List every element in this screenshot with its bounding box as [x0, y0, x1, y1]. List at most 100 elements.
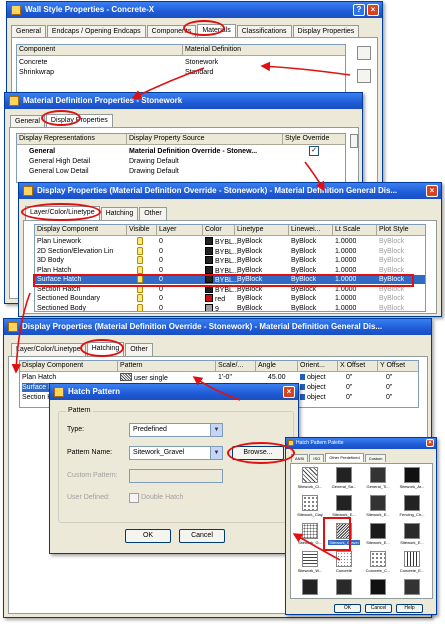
rep-general-high-detail-source[interactable]: Drawing Default	[129, 157, 179, 166]
palette-pattern-item[interactable]	[396, 578, 428, 598]
tab-other[interactable]: Other	[139, 207, 167, 220]
orient-value[interactable]: object	[300, 383, 326, 392]
palette-pattern-item[interactable]: Sitework_Cl...	[294, 466, 326, 492]
col-angle[interactable]: Angle	[256, 361, 298, 372]
y-offset-value[interactable]: 0"	[386, 373, 392, 382]
chevron-down-icon[interactable]: ▼	[210, 447, 222, 459]
pattern-value[interactable]: user single	[120, 373, 168, 383]
col-display-component[interactable]: Display Component	[35, 225, 127, 236]
tab-other[interactable]: Other	[125, 343, 153, 356]
visible-bulb-icon[interactable]	[137, 303, 143, 311]
lineweight-value[interactable]: ByBlock	[291, 304, 316, 312]
display-component-row[interactable]: Plan Linework 0 BYBL... ByBlock ByBlock 1.000…	[35, 237, 425, 246]
orient-value[interactable]: object	[300, 373, 326, 382]
linetype-value[interactable]: ByBlock	[237, 237, 262, 246]
orient-value[interactable]: object	[300, 393, 326, 402]
material-definition-titlebar[interactable]: Material Definition Properties - Stonewo…	[5, 93, 362, 109]
palette-pattern-item[interactable]: Sitework_Ar...	[396, 466, 428, 492]
col-color[interactable]: Color	[203, 225, 235, 236]
lt-scale-value[interactable]: 1.0000	[335, 237, 356, 246]
y-offset-value[interactable]: 0"	[386, 383, 392, 392]
component-name[interactable]: 2D Section/Elevation Lin	[37, 247, 113, 256]
pattern-name-select[interactable]: Sitework_Gravel ▼	[129, 446, 223, 460]
plot-style-value[interactable]: ByBlock	[379, 256, 404, 265]
lt-scale-value[interactable]: 1.0000	[335, 304, 356, 312]
linetype-value[interactable]: ByBlock	[237, 256, 262, 265]
palette-pattern-item[interactable]: Sitework_G...	[294, 522, 326, 548]
row-concrete-component[interactable]: Concrete	[19, 58, 47, 67]
component-name[interactable]: Plan Linework	[37, 237, 81, 246]
palette-pattern-item[interactable]: Sitework_W...	[294, 550, 326, 576]
col-linetype[interactable]: Linetype	[235, 225, 289, 236]
close-icon[interactable]: ×	[367, 4, 379, 16]
col-x-offset[interactable]: X Offset	[338, 361, 378, 372]
close-icon[interactable]: ×	[283, 386, 295, 398]
col-lt-scale[interactable]: Lt Scale	[333, 225, 377, 236]
hatch-pattern-titlebar[interactable]: Hatch Pattern ×	[50, 384, 298, 400]
rep-general-low-detail-source[interactable]: Drawing Default	[129, 167, 179, 176]
edit-display-properties-icon[interactable]	[350, 134, 358, 148]
palette-pattern-item[interactable]: General_Sa...	[328, 466, 360, 492]
lt-scale-value[interactable]: 1.0000	[335, 256, 356, 265]
chevron-down-icon[interactable]: ▼	[210, 424, 222, 436]
lineweight-value[interactable]: ByBlock	[291, 247, 316, 256]
ok-button[interactable]: OK	[125, 529, 171, 543]
component-name[interactable]: Sectioned Boundary	[37, 294, 100, 303]
display-component-row[interactable]: 2D Section/Elevation Lin 0 BYBL... ByBlock B…	[35, 246, 425, 256]
col-display-component[interactable]: Display Component	[20, 361, 118, 372]
cancel-button[interactable]: Cancel	[179, 529, 225, 543]
palette-tab-custom[interactable]: Custom	[364, 454, 387, 462]
plot-style-value[interactable]: ByBlock	[379, 294, 404, 303]
layer-value[interactable]: 0	[159, 294, 163, 303]
layer-value[interactable]: 0	[159, 247, 163, 256]
rep-general-high-detail[interactable]: General High Detail	[29, 157, 90, 166]
row-shrinkwrap-material[interactable]: Standard	[185, 68, 213, 77]
palette-pattern-item[interactable]: Sitework_E...	[362, 494, 394, 520]
custom-pattern-input[interactable]	[129, 469, 223, 483]
color-value[interactable]: BYBL...	[205, 256, 239, 266]
palette-help-button[interactable]: Help	[396, 604, 423, 613]
plot-style-value[interactable]: ByBlock	[379, 247, 404, 256]
tab-hatching[interactable]: Hatching	[100, 207, 139, 220]
component-name[interactable]: Plan Hatch	[22, 373, 56, 382]
edit-material-icon[interactable]	[357, 69, 371, 83]
plot-style-value[interactable]: ByBlock	[379, 304, 404, 312]
hatch-row[interactable]: Plan Hatch user single 1'-0" 45.00 object 0" 0…	[20, 373, 418, 383]
palette-tab-iso[interactable]: ISO	[309, 454, 325, 462]
palette-pattern-item[interactable]: Sitework_E...	[396, 522, 428, 548]
material-tool-icon[interactable]	[357, 46, 371, 60]
display-component-row[interactable]: Sectioned Body 0 9 ByBlock ByBlock 1.0000 ByBl…	[35, 303, 425, 312]
scale-value[interactable]: 1'-0"	[218, 373, 232, 382]
palette-pattern-item[interactable]	[328, 578, 360, 598]
color-value[interactable]: red	[205, 294, 225, 304]
col-plot-style[interactable]: Plot Style	[377, 225, 425, 236]
lineweight-value[interactable]: ByBlock	[291, 237, 316, 246]
palette-pattern-item[interactable]	[294, 578, 326, 598]
palette-ok-button[interactable]: OK	[334, 604, 361, 613]
layer-value[interactable]: 0	[159, 256, 163, 265]
layer-value[interactable]: 0	[159, 237, 163, 246]
x-offset-value[interactable]: 0"	[346, 383, 352, 392]
component-name[interactable]: Sectioned Body	[37, 304, 86, 312]
x-offset-value[interactable]: 0"	[346, 373, 352, 382]
col-component[interactable]: Component	[17, 45, 183, 56]
angle-value[interactable]: 45.00	[268, 373, 286, 382]
col-display-representations[interactable]: Display Representations	[17, 134, 127, 145]
hatching-titlebar[interactable]: Display Properties (Material Definition …	[4, 319, 431, 335]
close-icon[interactable]: ×	[426, 185, 438, 197]
lt-scale-value[interactable]: 1.0000	[335, 294, 356, 303]
display-component-row[interactable]: 3D Body 0 BYBL... ByBlock ByBlock 1.0000 ByBlo…	[35, 256, 425, 266]
y-offset-value[interactable]: 0"	[386, 393, 392, 402]
plot-style-value[interactable]: ByBlock	[379, 237, 404, 246]
linetype-value[interactable]: ByBlock	[237, 247, 262, 256]
double-hatch-checkbox[interactable]	[129, 493, 139, 503]
col-visible[interactable]: Visible	[127, 225, 157, 236]
col-pattern[interactable]: Pattern	[118, 361, 216, 372]
col-orient[interactable]: Orient...	[298, 361, 338, 372]
lt-scale-value[interactable]: 1.0000	[335, 247, 356, 256]
linetype-value[interactable]: ByBlock	[237, 294, 262, 303]
rep-general-source[interactable]: Material Definition Override - Stonew...	[129, 147, 279, 156]
color-value[interactable]: 9	[205, 303, 219, 311]
palette-cancel-button[interactable]: Cancel	[365, 604, 392, 613]
palette-pattern-item[interactable]	[362, 578, 394, 598]
